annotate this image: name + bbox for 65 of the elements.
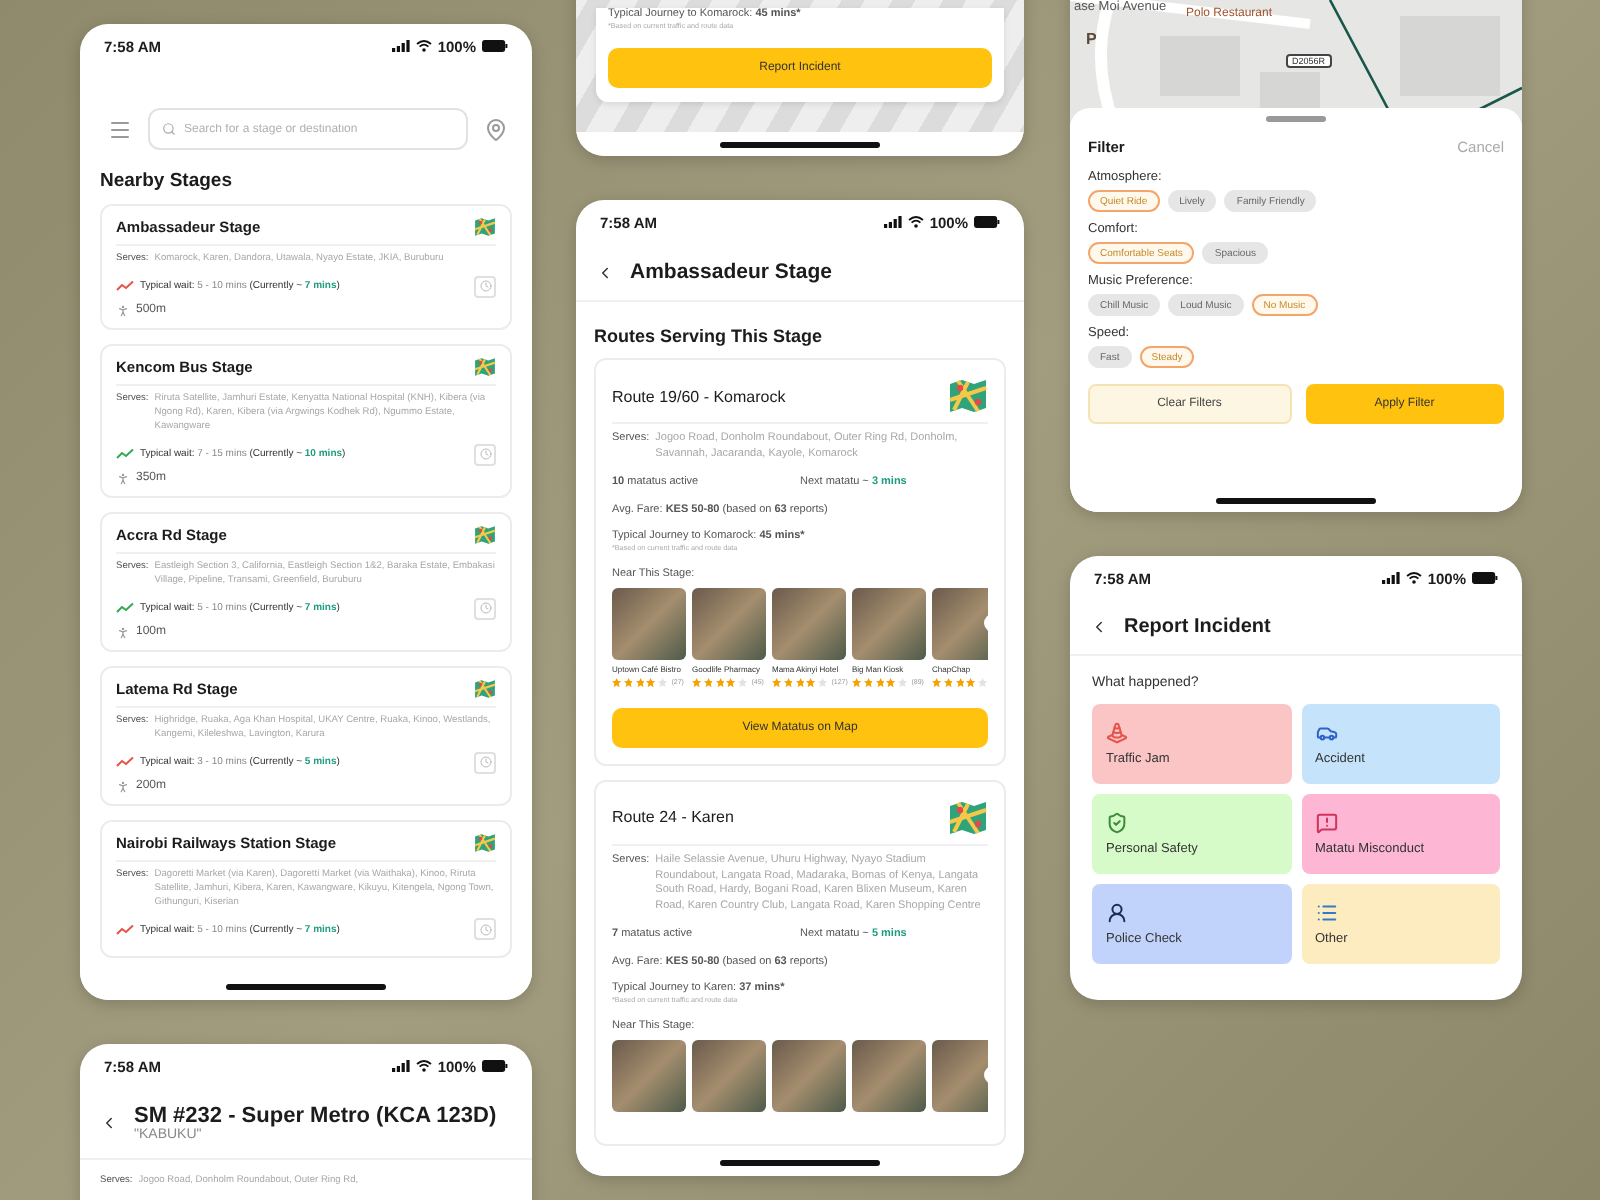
clock-icon	[479, 280, 491, 293]
map-label: P	[1086, 30, 1097, 48]
back-icon[interactable]	[100, 1114, 118, 1132]
clock-button[interactable]	[474, 751, 496, 774]
clock-icon	[479, 602, 491, 615]
photo-placeholder	[692, 587, 766, 660]
wifi-icon	[907, 216, 924, 228]
clock-icon	[479, 448, 491, 461]
photo-placeholder	[932, 1040, 988, 1113]
clock-button[interactable]	[474, 275, 496, 298]
clock-icon	[479, 756, 491, 769]
clock-button[interactable]	[474, 918, 496, 941]
photo-placeholder	[772, 587, 846, 660]
route-map-icon	[474, 677, 496, 700]
section-title: Routes Serving This Stage	[592, 324, 825, 350]
menu-icon[interactable]	[108, 117, 132, 141]
battery-icon	[974, 216, 1000, 228]
car-icon	[1315, 722, 1337, 744]
screen-title: SM #232 - Super Metro (KCA 123D)	[134, 1104, 497, 1128]
route-map-icon	[948, 797, 988, 838]
chat-warning-icon	[1315, 812, 1337, 834]
signal-icon	[1381, 572, 1400, 584]
signal-icon	[883, 216, 902, 228]
walking-icon	[116, 303, 130, 318]
clock-button[interactable]	[474, 597, 496, 620]
route-name: Route 24 - Karen	[612, 808, 734, 827]
photo-placeholder	[692, 1040, 766, 1113]
signal-icon	[391, 1060, 410, 1072]
route-map-icon	[474, 831, 496, 854]
signal-icon	[391, 40, 410, 52]
screen-title: Ambassadeur Stage	[630, 260, 832, 284]
clock-icon	[479, 923, 491, 936]
screen-title: Report Incident	[1124, 616, 1271, 638]
wifi-icon	[415, 1060, 432, 1072]
route-map-icon	[474, 523, 496, 546]
battery-icon	[482, 1060, 508, 1072]
stage-card[interactable]	[100, 819, 512, 959]
walking-icon	[116, 625, 130, 640]
search-icon	[162, 122, 176, 136]
battery-icon	[482, 40, 508, 52]
photo-placeholder	[612, 1040, 686, 1113]
photo-placeholder	[852, 1040, 926, 1113]
walking-icon	[116, 471, 130, 486]
shield-icon	[1106, 812, 1128, 834]
photo-placeholder	[932, 587, 988, 660]
photo-placeholder	[612, 587, 686, 660]
stage-card[interactable]	[100, 511, 512, 652]
photo-placeholder	[852, 587, 926, 660]
wifi-icon	[1405, 572, 1422, 584]
location-pin-icon[interactable]	[484, 117, 508, 141]
photo-placeholder	[772, 1040, 846, 1113]
route-map-icon	[474, 216, 496, 238]
back-icon[interactable]	[1090, 618, 1108, 636]
route-name: Route 19/60 - Komarock	[612, 387, 786, 405]
traffic-cone-icon	[1106, 722, 1128, 744]
stage-card[interactable]	[100, 343, 512, 498]
wifi-icon	[415, 40, 432, 52]
clock-button[interactable]	[474, 443, 496, 466]
route-map-icon	[474, 355, 496, 378]
walking-icon	[116, 779, 130, 794]
battery-icon	[1472, 572, 1498, 584]
back-icon[interactable]	[596, 263, 614, 281]
route-map-icon	[948, 376, 988, 416]
drag-handle[interactable]	[1266, 116, 1326, 122]
section-title: Nearby Stages	[98, 168, 235, 196]
